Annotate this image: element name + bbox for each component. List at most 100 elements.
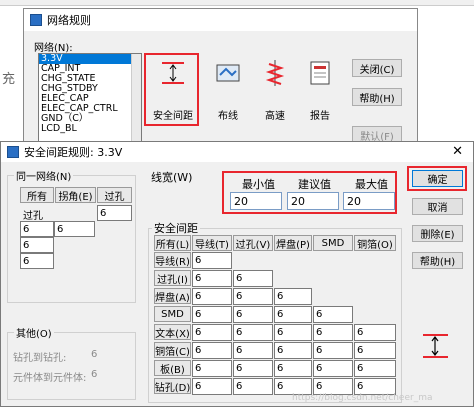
- min-width-label: 最小值: [242, 178, 275, 191]
- clearance-row-label[interactable]: SMD: [154, 306, 191, 322]
- clearance-rule-label: 安全间距: [153, 111, 193, 122]
- clearance-cell[interactable]: 6: [233, 288, 273, 305]
- clearance-header[interactable]: 焊盘(P): [274, 235, 312, 251]
- net-list-scrollbar[interactable]: [131, 54, 141, 144]
- net-label: 网络(N):: [34, 43, 73, 54]
- clearance-title: 安全间距: [152, 220, 200, 236]
- net-rules-window: 网络规则 网络(N): 3.3V CAP_INT CHG_STATE CHG_STDB…: [23, 8, 418, 145]
- net-list[interactable]: 3.3V CAP_INT CHG_STATE CHG_STDBY ELEC_CAP ELE…: [38, 53, 142, 145]
- clearance-row-label[interactable]: 焊盘(A): [154, 288, 191, 304]
- help-button[interactable]: 帮助(H): [412, 252, 463, 269]
- close-icon[interactable]: ✕: [452, 144, 463, 159]
- clearance-cell[interactable]: 6: [192, 324, 232, 341]
- watermark: https://blog.csdn.net/cheer_ma: [292, 393, 433, 403]
- same-net-cell[interactable]: 6: [20, 237, 54, 253]
- high-speed-rule-icon: [261, 59, 289, 87]
- max-width-input[interactable]: 20: [343, 192, 395, 210]
- app-icon: [7, 146, 19, 158]
- clearance-cell[interactable]: 6: [313, 360, 353, 377]
- left-partial-text: 充: [2, 72, 16, 87]
- clearance-cell[interactable]: 6: [192, 288, 232, 305]
- clearance-cell[interactable]: 6: [233, 360, 273, 377]
- routing-rule-label: 布线: [218, 111, 238, 122]
- clearance-row-label[interactable]: 钻孔(D): [154, 378, 191, 394]
- clearance-cell[interactable]: 6: [233, 378, 273, 395]
- clearance-cell[interactable]: 6: [233, 342, 273, 359]
- ok-button[interactable]: 确定: [412, 170, 463, 187]
- drill-to-drill-value: 6: [91, 349, 98, 360]
- clearance-header[interactable]: SMD: [313, 235, 353, 251]
- dialog-titlebar[interactable]: 安全间距规则: 3.3V ✕: [1, 142, 473, 162]
- clearance-cell[interactable]: 6: [274, 342, 312, 359]
- report-icon: [306, 59, 334, 87]
- clearance-cell[interactable]: 6: [313, 342, 353, 359]
- min-width-input[interactable]: 20: [230, 192, 282, 210]
- clearance-header[interactable]: 所有(L): [154, 235, 191, 251]
- app-icon: [30, 14, 42, 26]
- same-net-cell[interactable]: 6: [20, 221, 54, 237]
- clearance-cell[interactable]: 6: [274, 306, 312, 323]
- recommended-width-label: 建议值: [298, 178, 331, 191]
- clearance-cell[interactable]: 6: [354, 342, 396, 359]
- others-title: 其他(O): [14, 325, 54, 340]
- clearance-cell[interactable]: 6: [274, 288, 312, 305]
- clearance-row-label[interactable]: 铜箔(C): [154, 342, 191, 358]
- clearance-cell[interactable]: 6: [354, 360, 396, 377]
- clearance-header[interactable]: 导线(T): [192, 235, 232, 251]
- body-to-body-label: 元件体到元件体:: [13, 373, 87, 384]
- clearance-row-label[interactable]: 板(B): [154, 360, 191, 376]
- same-net-header[interactable]: 过孔: [97, 187, 132, 203]
- close-button[interactable]: 关闭(C): [352, 59, 402, 77]
- clearance-cell[interactable]: 6: [274, 324, 312, 341]
- help-button[interactable]: 帮助(H): [352, 88, 402, 106]
- same-net-cell[interactable]: 6: [54, 221, 95, 237]
- background-app-strip: [0, 0, 474, 6]
- high-speed-rule-button[interactable]: 高速: [250, 57, 300, 122]
- clearance-cell[interactable]: 6: [274, 360, 312, 377]
- window-title: 网络规则: [47, 14, 91, 27]
- clearance-rule-button[interactable]: 安全间距: [148, 57, 198, 122]
- clearance-cell[interactable]: 6: [192, 270, 232, 287]
- clearance-cell[interactable]: 6: [192, 252, 232, 269]
- same-net-title: 同一网络(N): [14, 168, 74, 183]
- drill-to-drill-label: 钻孔到钻孔:: [13, 353, 67, 364]
- clearance-cell[interactable]: 6: [192, 342, 232, 359]
- clearance-cell[interactable]: 6: [313, 306, 353, 323]
- routing-rule-icon: [214, 59, 242, 87]
- routing-rule-button[interactable]: 布线: [203, 57, 253, 122]
- trace-width-title: 线宽(W): [151, 171, 193, 184]
- clearance-cell[interactable]: 6: [313, 324, 353, 341]
- same-net-header[interactable]: 所有: [20, 187, 54, 203]
- body-to-body-value: 6: [91, 369, 98, 380]
- max-width-label: 最大值: [355, 178, 388, 191]
- recommended-width-input[interactable]: 20: [287, 192, 339, 210]
- same-net-row-label: 过孔: [23, 211, 43, 222]
- net-list-item[interactable]: LCD_BL: [39, 124, 141, 134]
- net-rules-titlebar[interactable]: 网络规则: [24, 9, 417, 31]
- report-label: 报告: [310, 111, 330, 122]
- clearance-cell[interactable]: 6: [192, 360, 232, 377]
- clearance-row-label[interactable]: 文本(X): [154, 324, 191, 340]
- clearance-preview-icon: [420, 331, 451, 361]
- dialog-title: 安全间距规则: 3.3V: [24, 146, 123, 159]
- same-net-cell[interactable]: 6: [20, 253, 54, 269]
- clearance-dialog: 安全间距规则: 3.3V ✕ 同一网络(N) 所有拐角(E)过孔过孔6SMD66…: [0, 141, 474, 407]
- same-net-cell[interactable]: 6: [97, 205, 132, 221]
- same-net-header[interactable]: 拐角(E): [55, 187, 96, 203]
- report-button[interactable]: 报告: [295, 57, 345, 122]
- clearance-row-label[interactable]: 导线(R): [154, 252, 191, 268]
- clearance-cell[interactable]: 6: [192, 306, 232, 323]
- high-speed-rule-label: 高速: [265, 111, 285, 122]
- clearance-cell[interactable]: 6: [192, 378, 232, 395]
- clearance-cell[interactable]: 6: [233, 324, 273, 341]
- delete-button[interactable]: 删除(E): [412, 225, 463, 242]
- cancel-button[interactable]: 取消: [412, 198, 463, 215]
- clearance-cell[interactable]: 6: [354, 324, 396, 341]
- others-group: [7, 332, 136, 400]
- clearance-row-label[interactable]: 过孔(I): [154, 270, 191, 286]
- clearance-cell[interactable]: 6: [233, 306, 273, 323]
- clearance-cell[interactable]: 6: [233, 270, 273, 287]
- clearance-rule-icon: [159, 59, 187, 87]
- clearance-header[interactable]: 过孔(V): [233, 235, 273, 251]
- clearance-header[interactable]: 铜箔(O): [354, 235, 396, 251]
